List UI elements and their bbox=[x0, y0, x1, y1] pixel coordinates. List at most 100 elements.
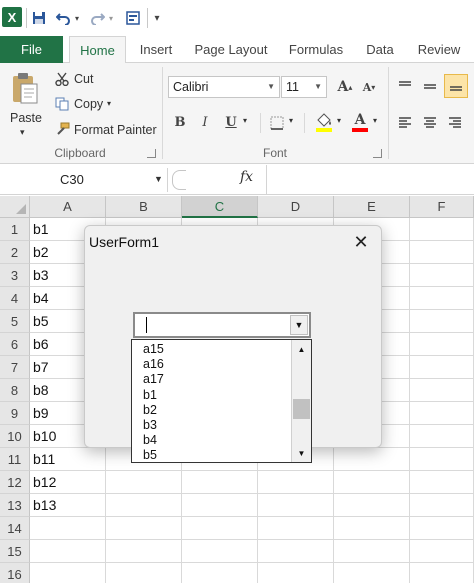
row-header-8[interactable]: 8 bbox=[0, 379, 30, 402]
cell-a5[interactable]: b5 bbox=[33, 310, 49, 333]
row-header-2[interactable]: 2 bbox=[0, 241, 30, 264]
cell-a1[interactable]: b1 bbox=[33, 218, 49, 241]
list-item[interactable]: b2 bbox=[143, 403, 157, 418]
column-header-f[interactable]: F bbox=[410, 196, 474, 218]
chevron-down-icon[interactable]: ▼ bbox=[154, 174, 163, 184]
paste-button[interactable]: Paste bbox=[10, 111, 42, 125]
row-header-11[interactable]: 11 bbox=[0, 448, 30, 471]
align-top-icon[interactable] bbox=[396, 77, 414, 95]
borders-dropdown-icon[interactable]: ▾ bbox=[289, 116, 293, 125]
cell-a10[interactable]: b10 bbox=[33, 425, 56, 448]
clipboard-launcher-icon[interactable] bbox=[147, 149, 156, 158]
fill-color-icon[interactable] bbox=[314, 111, 334, 133]
font-color-button[interactable]: A bbox=[350, 111, 370, 133]
fill-color-dropdown-icon[interactable]: ▾ bbox=[337, 116, 341, 125]
align-bottom-icon[interactable] bbox=[444, 74, 468, 98]
font-name-select[interactable]: Calibri ▼ bbox=[168, 76, 280, 98]
row-header-4[interactable]: 4 bbox=[0, 287, 30, 310]
cell-a6[interactable]: b6 bbox=[33, 333, 49, 356]
formula-input[interactable] bbox=[268, 167, 472, 193]
row-header-15[interactable]: 15 bbox=[0, 540, 30, 563]
form-icon[interactable] bbox=[124, 9, 142, 27]
cut-button[interactable]: Cut bbox=[74, 72, 93, 86]
cell-a2[interactable]: b2 bbox=[33, 241, 49, 264]
tab-data[interactable]: Data bbox=[360, 36, 400, 63]
tab-insert[interactable]: Insert bbox=[132, 36, 180, 63]
italic-button[interactable]: I bbox=[197, 113, 213, 131]
column-header-b[interactable]: B bbox=[106, 196, 182, 218]
align-middle-icon[interactable] bbox=[421, 77, 439, 95]
row-header-10[interactable]: 10 bbox=[0, 425, 30, 448]
list-item[interactable]: a17 bbox=[143, 372, 164, 387]
cell-a3[interactable]: b3 bbox=[33, 264, 49, 287]
combo-dropdown-list[interactable]: ▲ ▼ a15 a16 a17 b1 b2 b3 b4 b5 bbox=[131, 339, 312, 463]
row-header-12[interactable]: 12 bbox=[0, 471, 30, 494]
row-header-6[interactable]: 6 bbox=[0, 333, 30, 356]
grow-font-button[interactable]: A ▴ bbox=[336, 77, 354, 97]
format-painter-button[interactable]: Format Painter bbox=[74, 123, 157, 137]
row-header-5[interactable]: 5 bbox=[0, 310, 30, 333]
tab-home[interactable]: Home bbox=[69, 36, 126, 64]
tab-file[interactable]: File bbox=[0, 36, 63, 63]
borders-icon[interactable] bbox=[268, 114, 286, 132]
row-header-7[interactable]: 7 bbox=[0, 356, 30, 379]
combo-dropdown-button[interactable]: ▼ bbox=[290, 315, 308, 335]
formula-bar-handle[interactable] bbox=[172, 170, 186, 190]
tab-formulas[interactable]: Formulas bbox=[282, 36, 350, 63]
bold-button[interactable]: B bbox=[172, 113, 188, 131]
cut-icon[interactable] bbox=[54, 71, 70, 87]
copy-dropdown-icon[interactable]: ▾ bbox=[107, 99, 111, 108]
font-color-dropdown-icon[interactable]: ▾ bbox=[373, 116, 377, 125]
tab-page-layout[interactable]: Page Layout bbox=[190, 36, 272, 63]
scroll-down-icon[interactable]: ▼ bbox=[293, 445, 310, 461]
tab-review[interactable]: Review bbox=[412, 36, 466, 63]
redo-dropdown-icon[interactable]: ▾ bbox=[107, 9, 115, 27]
combo-box[interactable]: ▼ bbox=[133, 312, 311, 338]
cell-a13[interactable]: b13 bbox=[33, 494, 56, 517]
font-launcher-icon[interactable] bbox=[373, 149, 382, 158]
row-header-9[interactable]: 9 bbox=[0, 402, 30, 425]
align-center-icon[interactable] bbox=[421, 113, 439, 131]
row-header-13[interactable]: 13 bbox=[0, 494, 30, 517]
cell-a8[interactable]: b8 bbox=[33, 379, 49, 402]
row-header-3[interactable]: 3 bbox=[0, 264, 30, 287]
list-item[interactable]: b1 bbox=[143, 388, 157, 403]
customize-icon[interactable]: ▾ bbox=[151, 9, 163, 27]
list-item[interactable]: b5 bbox=[143, 448, 157, 463]
cell-a4[interactable]: b4 bbox=[33, 287, 49, 310]
scrollbar-thumb[interactable] bbox=[293, 399, 310, 419]
row-header-16[interactable]: 16 bbox=[0, 563, 30, 583]
format-painter-icon[interactable] bbox=[54, 121, 70, 137]
name-box[interactable]: C30 ▼ bbox=[0, 168, 168, 192]
column-header-a[interactable]: A bbox=[30, 196, 106, 218]
list-scrollbar[interactable]: ▲ ▼ bbox=[291, 340, 311, 462]
underline-dropdown-icon[interactable]: ▾ bbox=[243, 116, 247, 125]
copy-button[interactable]: Copy bbox=[74, 97, 103, 111]
cell-a9[interactable]: b9 bbox=[33, 402, 49, 425]
list-item[interactable]: a15 bbox=[143, 342, 164, 357]
copy-icon[interactable] bbox=[54, 96, 70, 112]
cell-a11[interactable]: b11 bbox=[33, 448, 55, 471]
column-header-c[interactable]: C bbox=[182, 196, 258, 218]
column-header-e[interactable]: E bbox=[334, 196, 410, 218]
undo-icon[interactable] bbox=[54, 9, 72, 27]
shrink-font-button[interactable]: A ▾ bbox=[360, 77, 378, 97]
align-right-icon[interactable] bbox=[446, 113, 464, 131]
cell-a7[interactable]: b7 bbox=[33, 356, 49, 379]
redo-icon[interactable] bbox=[88, 9, 106, 27]
row-header-14[interactable]: 14 bbox=[0, 517, 30, 540]
list-item[interactable]: a16 bbox=[143, 357, 164, 372]
undo-dropdown-icon[interactable]: ▾ bbox=[73, 9, 81, 27]
paste-dropdown-icon[interactable]: ▾ bbox=[20, 127, 25, 138]
paste-icon[interactable] bbox=[10, 71, 40, 105]
list-item[interactable]: b3 bbox=[143, 418, 157, 433]
align-left-icon[interactable] bbox=[396, 113, 414, 131]
column-header-d[interactable]: D bbox=[258, 196, 334, 218]
cell-a12[interactable]: b12 bbox=[33, 471, 56, 494]
underline-button[interactable]: U bbox=[223, 113, 239, 131]
close-icon[interactable]: ✕ bbox=[351, 230, 371, 254]
fx-icon[interactable]: fx bbox=[240, 169, 253, 185]
select-all-button[interactable] bbox=[0, 196, 30, 218]
scroll-up-icon[interactable]: ▲ bbox=[293, 341, 310, 357]
save-icon[interactable] bbox=[30, 9, 48, 27]
